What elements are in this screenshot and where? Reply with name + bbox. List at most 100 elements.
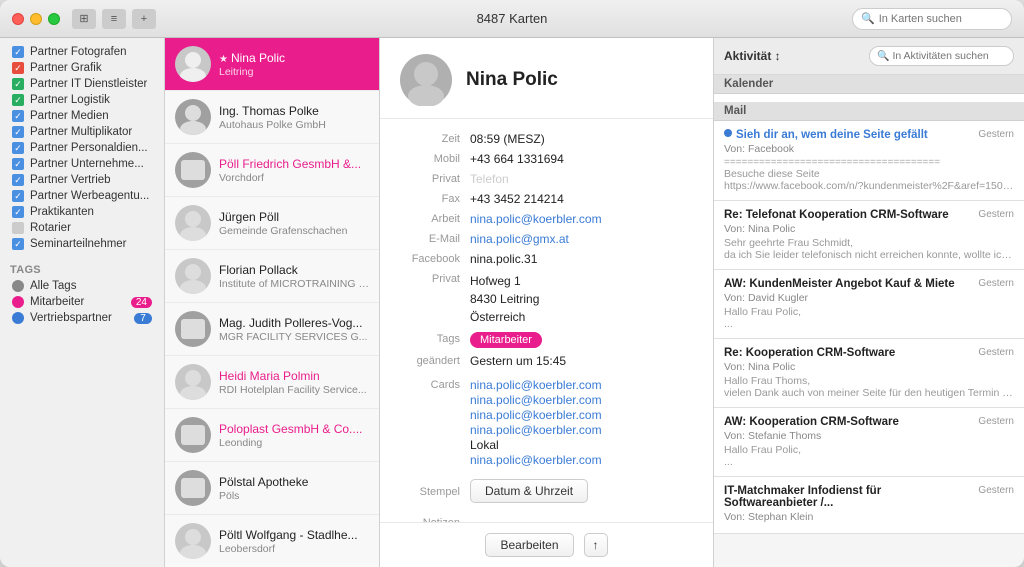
checkbox-partner-vertrieb[interactable]: ✓ [12, 174, 24, 186]
search-input[interactable] [879, 13, 1003, 25]
sidebar-item-partner-grafik[interactable]: ✓ Partner Grafik [4, 60, 160, 76]
tag-vertriebspartner-count: 7 [134, 313, 152, 324]
contact-item-jurgen-poll[interactable]: Jürgen Pöll Gemeinde Grafenschachen [165, 197, 379, 250]
maximize-button[interactable] [48, 13, 60, 25]
contact-item-poloplast[interactable]: Poloplast GesmbH & Co.... Leonding [165, 409, 379, 462]
mail-header-aw-kooperation: AW: Kooperation CRM-Software Gestern [724, 416, 1014, 428]
detail-value-email[interactable]: nina.polic@gmx.at [470, 232, 693, 246]
checkbox-partner-unternehme[interactable]: ✓ [12, 158, 24, 170]
mail-item-it-matchmaker[interactable]: IT-Matchmaker Infodienst für Softwareanb… [714, 477, 1024, 534]
contact-item-thomas-polke[interactable]: Ing. Thomas Polke Autohaus Polke GmbH [165, 91, 379, 144]
contact-item-polstal[interactable]: Pölstal Apotheke Pöls [165, 462, 379, 515]
card-link-5[interactable]: nina.polic@koerbler.com [470, 453, 602, 467]
card-link-3[interactable]: nina.polic@koerbler.com [470, 408, 602, 422]
contact-item-florian-pollack[interactable]: Florian Pollack Institute of MICROTRAINI… [165, 250, 379, 303]
sidebar-item-partner-personal[interactable]: ✓ Partner Personaldien... [4, 140, 160, 156]
card-link-4[interactable]: nina.polic@koerbler.com [470, 423, 602, 437]
contact-item-poll-friedrich[interactable]: Pöll Friedrich GesmbH &... Vorchdorf [165, 144, 379, 197]
sidebar-item-partner-it[interactable]: ✓ Partner IT Dienstleister [4, 76, 160, 92]
mail-preview-facebook: ===================================== [724, 157, 1014, 168]
tag-alle[interactable]: Alle Tags [4, 278, 160, 294]
app-window: ⊞ ≡ + 8487 Karten 🔍 ✓ Partner Fotografen… [0, 0, 1024, 567]
share-icon: ↑ [593, 538, 599, 552]
mail-item-aw-kooperation[interactable]: AW: Kooperation CRM-Software Gestern Von… [714, 408, 1024, 477]
view-icon[interactable]: ⊞ [72, 9, 96, 29]
mail-header-it-matchmaker: IT-Matchmaker Infodienst für Softwareanb… [724, 485, 1014, 509]
mail-date-aw-kooperation: Gestern [978, 416, 1014, 427]
detail-cards-list: nina.polic@koerbler.com nina.polic@koerb… [470, 378, 602, 467]
mail-item-kooperation[interactable]: Re: Kooperation CRM-Software Gestern Von… [714, 339, 1024, 408]
tag-mitarbeiter-dot [12, 296, 24, 308]
checkbox-partner-grafik[interactable]: ✓ [12, 62, 24, 74]
tag-mitarbeiter[interactable]: Mitarbeiter 24 [4, 294, 160, 310]
activity-title: Aktivität ↕ [724, 49, 781, 63]
detail-label-stempel: Stempel [400, 485, 460, 498]
checkbox-seminarteilnehmer[interactable]: ✓ [12, 238, 24, 250]
contact-name-judith-polleres: Mag. Judith Polleres-Vog... [219, 316, 369, 330]
checkbox-partner-fotografen[interactable]: ✓ [12, 46, 24, 58]
contact-item-poltl-wolfgang[interactable]: Pöltl Wolfgang - Stadlhe... Leobersdorf [165, 515, 379, 567]
detail-value-zeit: 08:59 (MESZ) [470, 132, 693, 146]
close-button[interactable] [12, 13, 24, 25]
checkbox-partner-medien[interactable]: ✓ [12, 110, 24, 122]
sidebar-item-praktikanten[interactable]: ✓ Praktikanten [4, 204, 160, 220]
mail-header-angebot: AW: KundenMeister Angebot Kauf & Miete G… [724, 278, 1014, 290]
stempel-button[interactable]: Datum & Uhrzeit [470, 479, 588, 503]
detail-label-zeit: Zeit [400, 132, 460, 145]
share-button[interactable]: ↑ [584, 533, 608, 557]
sidebar-item-partner-fotografen[interactable]: ✓ Partner Fotografen [4, 44, 160, 60]
mail-item-telefonat[interactable]: Re: Telefonat Kooperation CRM-Software G… [714, 201, 1024, 270]
sidebar-item-partner-werbe[interactable]: ✓ Partner Werbeagentu... [4, 188, 160, 204]
sidebar-item-rotarier[interactable]: Rotarier [4, 220, 160, 236]
card-link-1[interactable]: nina.polic@koerbler.com [470, 378, 602, 392]
global-search[interactable]: 🔍 [852, 8, 1012, 30]
tags-section: Tags Alle Tags Mitarbeiter 24 [0, 260, 164, 326]
mail-date-angebot: Gestern [978, 278, 1014, 289]
sidebar-item-partner-multiplikator[interactable]: ✓ Partner Multiplikator [4, 124, 160, 140]
contact-item-heidi-polmin[interactable]: Heidi Maria Polmin RDI Hotelplan Facilit… [165, 356, 379, 409]
checkbox-praktikanten[interactable]: ✓ [12, 206, 24, 218]
sidebar-item-partner-unternehme[interactable]: ✓ Partner Unternehme... [4, 156, 160, 172]
contact-item-nina-polic[interactable]: ★Nina Polic Leitring [165, 38, 379, 91]
checkbox-partner-it[interactable]: ✓ [12, 78, 24, 90]
list-icon[interactable]: ≡ [102, 9, 126, 29]
sidebar-item-partner-medien[interactable]: ✓ Partner Medien [4, 108, 160, 124]
detail-value-arbeit[interactable]: nina.polic@koerbler.com [470, 212, 693, 226]
contact-name-poll-friedrich: Pöll Friedrich GesmbH &... [219, 157, 369, 171]
contact-name-poltl-wolfgang: Pöltl Wolfgang - Stadlhe... [219, 528, 369, 542]
contact-info-florian-pollack: Florian Pollack Institute of MICROTRAINI… [219, 263, 369, 290]
sidebar-item-seminarteilnehmer[interactable]: ✓ Seminarteilnehmer [4, 236, 160, 252]
edit-button[interactable]: Bearbeiten [485, 533, 573, 557]
detail-row-address: Privat Hofweg 18430 LeitringÖsterreich [380, 269, 713, 329]
search-icon: 🔍 [861, 12, 875, 25]
sidebar-item-partner-vertrieb[interactable]: ✓ Partner Vertrieb [4, 172, 160, 188]
avatar-nina-polic [175, 46, 211, 82]
checkbox-rotarier[interactable] [12, 222, 24, 234]
window-title: 8487 Karten [477, 11, 548, 26]
detail-row-privat-tel: Privat Telefon [380, 169, 713, 189]
mail-preview-aw-kooperation-3: ... [724, 456, 1014, 468]
add-icon[interactable]: + [132, 9, 156, 29]
mail-preview-angebot-3: ... [724, 318, 1014, 330]
mail-header-telefonat: Re: Telefonat Kooperation CRM-Software G… [724, 209, 1014, 221]
activity-search-input[interactable] [892, 50, 1006, 62]
checkbox-partner-multiplikator[interactable]: ✓ [12, 126, 24, 138]
activity-search[interactable]: 🔍 [869, 46, 1014, 66]
card-link-2[interactable]: nina.polic@koerbler.com [470, 393, 602, 407]
checkbox-partner-werbe[interactable]: ✓ [12, 190, 24, 202]
contact-item-judith-polleres[interactable]: Mag. Judith Polleres-Vog... MGR FACILITY… [165, 303, 379, 356]
mail-date-it-matchmaker: Gestern [978, 485, 1014, 496]
detail-value-fax: +43 3452 214214 [470, 192, 693, 206]
sidebar-item-partner-logistik[interactable]: ✓ Partner Logistik [4, 92, 160, 108]
tag-vertriebspartner[interactable]: Vertriebspartner 7 [4, 310, 160, 326]
checkbox-partner-personal[interactable]: ✓ [12, 142, 24, 154]
mail-date-kooperation: Gestern [978, 347, 1014, 358]
mail-item-angebot[interactable]: AW: KundenMeister Angebot Kauf & Miete G… [714, 270, 1024, 339]
minimize-button[interactable] [30, 13, 42, 25]
detail-row-email: E-Mail nina.polic@gmx.at [380, 229, 713, 249]
checkbox-partner-logistik[interactable]: ✓ [12, 94, 24, 106]
section-header-mail: Mail [714, 102, 1024, 121]
mail-item-facebook[interactable]: Sieh dir an, wem deine Seite gefällt Ges… [714, 121, 1024, 201]
tag-mitarbeiter-badge: Mitarbeiter [470, 332, 542, 348]
traffic-lights [12, 13, 60, 25]
